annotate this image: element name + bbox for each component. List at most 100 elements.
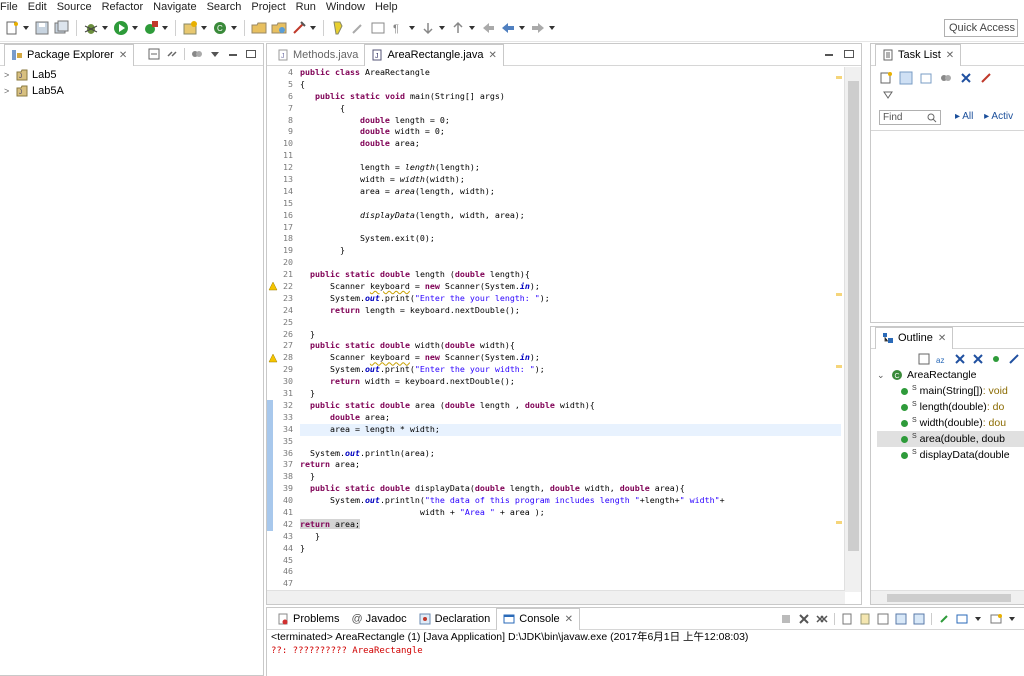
- next-annotation-icon[interactable]: [420, 20, 436, 36]
- menu-help[interactable]: Help: [370, 0, 403, 14]
- prev-annotation-icon[interactable]: [450, 20, 466, 36]
- new-icon[interactable]: [4, 20, 20, 36]
- minimize-icon[interactable]: [823, 48, 835, 60]
- close-icon[interactable]: ✕: [119, 50, 127, 61]
- code-line[interactable]: System.exit(0);: [300, 233, 841, 245]
- close-icon[interactable]: ✕: [565, 614, 573, 625]
- code-line[interactable]: return area;: [300, 459, 841, 471]
- save-all-icon[interactable]: [54, 20, 70, 36]
- hide-static-icon[interactable]: [972, 353, 984, 365]
- sort-icon[interactable]: az: [936, 353, 948, 365]
- menu-refactor[interactable]: Refactor: [97, 0, 149, 14]
- menu-search[interactable]: Search: [202, 0, 247, 14]
- word-wrap-icon[interactable]: [877, 613, 889, 625]
- toggle-mark-icon[interactable]: [330, 20, 346, 36]
- menu-file[interactable]: File: [0, 0, 23, 14]
- code-line[interactable]: return area;: [300, 518, 841, 531]
- expand-arrow-icon[interactable]: >: [4, 86, 16, 96]
- display-console-dropdown-icon[interactable]: [975, 617, 981, 621]
- code-line[interactable]: System.out.print("Enter the your length:…: [300, 293, 841, 305]
- code-line[interactable]: area = length * width;: [300, 423, 841, 436]
- remove-all-icon[interactable]: [816, 613, 828, 625]
- new-task-icon[interactable]: [879, 71, 893, 85]
- code-line[interactable]: }: [300, 531, 841, 543]
- editor-vertical-scrollbar[interactable]: [844, 67, 861, 592]
- code-line[interactable]: Scanner keyboard = new Scanner(System.in…: [300, 352, 841, 364]
- toggle-breadcrumb-icon[interactable]: [350, 20, 366, 36]
- overview-marker[interactable]: [836, 76, 842, 79]
- code-line[interactable]: [300, 150, 841, 162]
- show-on-output-icon[interactable]: [895, 613, 907, 625]
- categorized-icon[interactable]: [899, 71, 913, 85]
- outline-method-item[interactable]: Slength(double) : do: [877, 399, 1024, 415]
- overview-marker[interactable]: [836, 293, 842, 296]
- menu-edit[interactable]: Edit: [23, 0, 52, 14]
- display-console-icon[interactable]: [956, 613, 968, 625]
- code-line[interactable]: }: [300, 388, 841, 400]
- scroll-lock-icon[interactable]: [859, 613, 871, 625]
- minimize-icon[interactable]: [227, 48, 239, 60]
- collapse-all-icon[interactable]: [148, 48, 160, 60]
- code-line[interactable]: width = width(width);: [300, 174, 841, 186]
- code-line[interactable]: Scanner keyboard = new Scanner(System.in…: [300, 281, 841, 293]
- menu-project[interactable]: Project: [246, 0, 290, 14]
- code-line[interactable]: double length = 0;: [300, 115, 841, 127]
- collapse-all-icon[interactable]: [918, 353, 930, 365]
- code-area[interactable]: public class AreaRectangle{ public stati…: [300, 67, 841, 590]
- outline-method-item[interactable]: Swidth(double) : dou: [877, 415, 1024, 431]
- run-icon[interactable]: [113, 20, 129, 36]
- code-line[interactable]: }: [300, 329, 841, 341]
- close-icon[interactable]: ✕: [488, 50, 496, 61]
- editor-body[interactable]: 4 5 6 7 8 9 10 11 12 13 14 15 16 17 18 19 20 21 22 23 24 25 26…: [267, 67, 861, 604]
- tab-declaration[interactable]: Declaration: [413, 608, 497, 630]
- code-line[interactable]: {: [300, 103, 841, 115]
- debug-icon[interactable]: [83, 20, 99, 36]
- code-line[interactable]: return width = keyboard.nextDouble();: [300, 376, 841, 388]
- close-icon[interactable]: ✕: [946, 50, 954, 61]
- code-line[interactable]: }: [300, 543, 841, 555]
- run-dropdown-icon[interactable]: [132, 25, 138, 30]
- code-line[interactable]: [300, 222, 841, 234]
- open-task-icon[interactable]: [271, 20, 287, 36]
- debug-dropdown-icon[interactable]: [102, 25, 108, 30]
- menu-navigate[interactable]: Navigate: [148, 0, 201, 14]
- code-line[interactable]: double area;: [300, 138, 841, 150]
- tab-console[interactable]: Console ✕: [496, 607, 581, 630]
- sync-icon[interactable]: [979, 71, 993, 85]
- scrollbar-thumb[interactable]: [848, 81, 859, 551]
- activate-link[interactable]: ▸ Activ: [984, 111, 1013, 122]
- code-line[interactable]: width + "Area " + area );: [300, 507, 841, 519]
- code-line[interactable]: displayData(length, width, area);: [300, 210, 841, 222]
- code-line[interactable]: System.out.println(area);: [300, 448, 841, 460]
- code-line[interactable]: [300, 317, 841, 329]
- tab-outline[interactable]: Outline ✕: [875, 326, 954, 349]
- external-tools-icon[interactable]: [143, 20, 159, 36]
- tab-methods-java[interactable]: J Methods.java: [271, 44, 364, 66]
- new-project-dropdown-icon[interactable]: [201, 25, 207, 30]
- tab-problems[interactable]: Problems: [271, 608, 345, 630]
- code-line[interactable]: area = area(length, width);: [300, 186, 841, 198]
- focus-task-icon[interactable]: [191, 48, 203, 60]
- all-tasks-link[interactable]: ▸ All: [955, 111, 973, 122]
- view-menu-icon[interactable]: [883, 91, 893, 99]
- last-edit-icon[interactable]: [480, 20, 496, 36]
- code-line[interactable]: public static double area (double length…: [300, 400, 841, 412]
- code-line[interactable]: double width = 0;: [300, 126, 841, 138]
- forward-icon[interactable]: [530, 20, 546, 36]
- code-line[interactable]: public static double displayData(double …: [300, 483, 841, 495]
- outline-horizontal-scrollbar[interactable]: [871, 590, 1024, 604]
- collapse-arrow-icon[interactable]: ⌄: [877, 370, 891, 381]
- code-line[interactable]: public static double width(double width)…: [300, 340, 841, 352]
- external-tools-dropdown-icon[interactable]: [162, 25, 168, 30]
- code-line[interactable]: [300, 566, 841, 578]
- code-line[interactable]: length = length(length);: [300, 162, 841, 174]
- show-whitespace-icon[interactable]: ¶: [390, 20, 406, 36]
- tab-javadoc[interactable]: @ Javadoc: [345, 608, 412, 630]
- code-line[interactable]: public static void main(String[] args): [300, 91, 841, 103]
- focus-icon[interactable]: [939, 71, 953, 85]
- open-console-icon[interactable]: [990, 613, 1002, 625]
- code-line[interactable]: [300, 198, 841, 210]
- outline-method-item[interactable]: SdisplayData(double: [877, 447, 1024, 463]
- outline-method-item[interactable]: Sarea(double, doub: [877, 431, 1024, 447]
- hide-local-types-icon[interactable]: [1008, 353, 1020, 365]
